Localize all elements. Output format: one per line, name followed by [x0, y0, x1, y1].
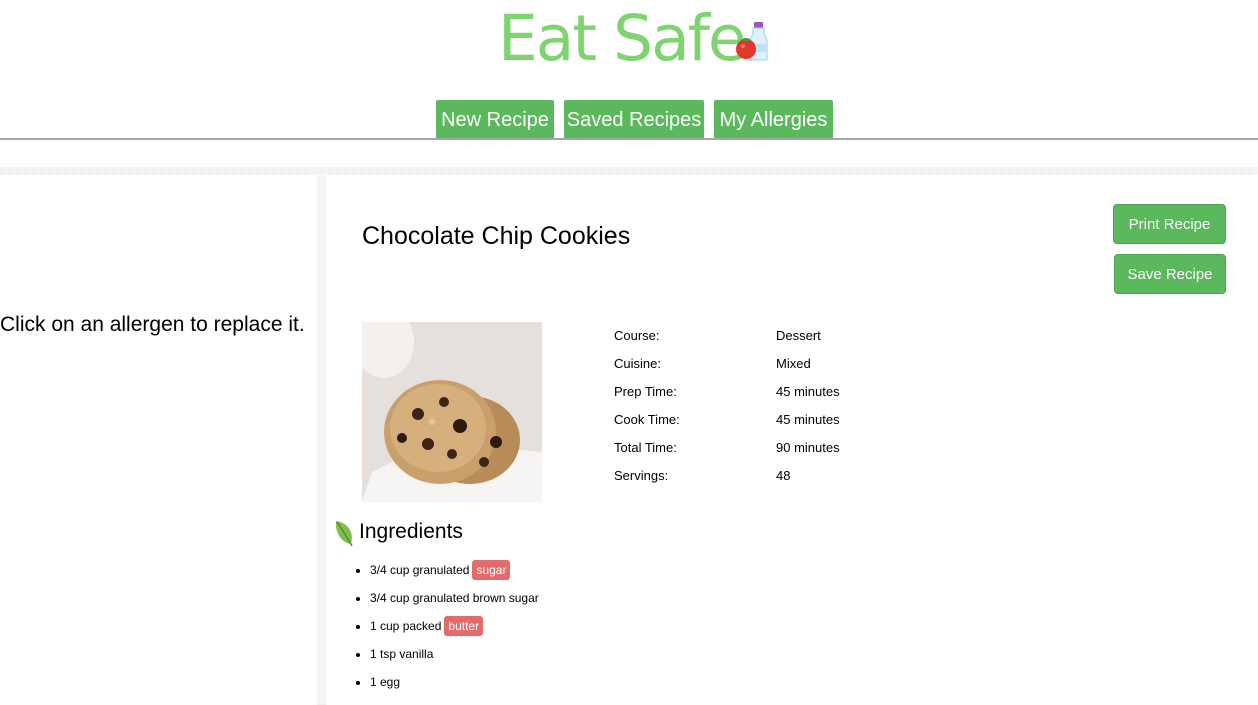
bullet [356, 596, 360, 601]
bullet [356, 680, 360, 685]
ingredients-heading: Ingredients [359, 520, 463, 543]
ingredient-item: 1 egg [356, 668, 400, 696]
detail-label: Total Time: [614, 440, 677, 455]
leaf-icon [335, 521, 353, 547]
ingredient-text: 3/4 cup granulated [370, 563, 470, 577]
app-title: Eat Safe [498, 2, 747, 75]
ingredient-item: 3/4 cup granulated sugar [356, 556, 511, 584]
allergen-sidebar: Click on an allergen to replace it. [0, 175, 317, 705]
allergen-badge-butter[interactable]: butter [444, 616, 484, 636]
detail-value: 48 [776, 468, 791, 483]
ingredient-text: 3/4 cup granulated brown sugar [370, 591, 539, 605]
tomato-milk-icon [736, 22, 768, 61]
print-recipe-button[interactable]: Print Recipe [1113, 204, 1226, 244]
detail-label: Servings: [614, 468, 669, 483]
bullet [356, 652, 360, 657]
tab-saved-recipes[interactable]: Saved Recipes [564, 100, 704, 138]
detail-label: Cook Time: [614, 412, 680, 427]
bullet [356, 624, 360, 629]
tab-my-allergies[interactable]: My Allergies [714, 100, 833, 138]
allergen-instruction: Click on an allergen to replace it. [0, 313, 305, 336]
cookie-image-icon [362, 322, 542, 502]
detail-value: 45 minutes [776, 384, 840, 399]
save-recipe-button[interactable]: Save Recipe [1114, 254, 1226, 294]
ingredient-item: 3/4 cup granulated brown sugar [356, 584, 539, 612]
ingredient-item: 1 cup packed butter [356, 612, 484, 640]
detail-label: Cuisine: [614, 356, 661, 371]
recipe-image [362, 322, 542, 502]
ingredient-text: 1 tsp vanilla [370, 647, 434, 661]
ingredient-text: 1 cup packed [370, 619, 442, 633]
app-header: Eat Safe [0, 0, 1258, 82]
detail-label: Course: [614, 328, 660, 343]
detail-label: Prep Time: [614, 384, 677, 399]
detail-value: Dessert [776, 328, 821, 343]
ingredient-item: 1 tsp vanilla [356, 640, 433, 668]
ingredient-text: 1 egg [370, 675, 401, 689]
detail-value: 45 minutes [776, 412, 840, 427]
recipe-title: Chocolate Chip Cookies [362, 222, 631, 250]
detail-value: Mixed [776, 356, 811, 371]
sidebar-divider [317, 175, 326, 705]
detail-value: 90 minutes [776, 440, 840, 455]
allergen-badge-sugar[interactable]: sugar [472, 560, 511, 580]
bullet [356, 568, 360, 573]
tab-new-recipe[interactable]: New Recipe [436, 100, 554, 138]
nav-divider [0, 138, 1258, 140]
section-divider [0, 167, 1258, 175]
